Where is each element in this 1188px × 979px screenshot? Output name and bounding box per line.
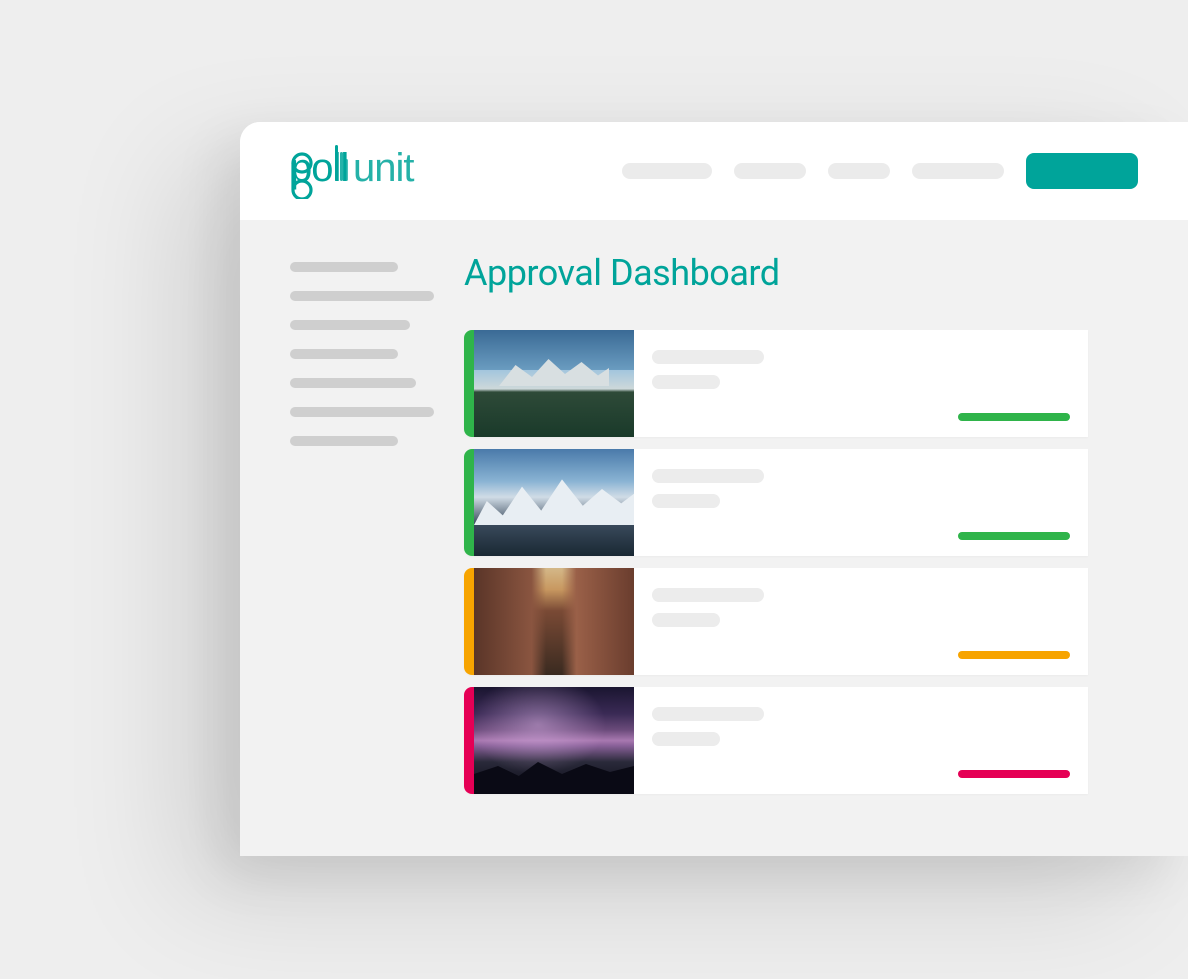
card-body bbox=[634, 568, 1088, 675]
card-body bbox=[634, 449, 1088, 556]
card-action[interactable] bbox=[958, 532, 1070, 540]
card-thumbnail bbox=[474, 687, 634, 794]
approval-card[interactable] bbox=[464, 330, 1088, 437]
nav-item-3[interactable] bbox=[912, 163, 1004, 179]
page-title: Approval Dashboard bbox=[464, 252, 1188, 294]
main-content: Approval Dashboard bbox=[464, 220, 1188, 856]
app-window: poll unit Approval Dashboard bbox=[240, 122, 1188, 856]
sidebar-item-4[interactable] bbox=[290, 378, 416, 388]
nav-item-1[interactable] bbox=[734, 163, 806, 179]
header: poll unit bbox=[240, 122, 1188, 220]
status-stripe bbox=[464, 687, 474, 794]
cta-button[interactable] bbox=[1026, 153, 1138, 189]
approval-card[interactable] bbox=[464, 568, 1088, 675]
logo[interactable]: poll unit bbox=[290, 143, 432, 199]
card-action[interactable] bbox=[958, 770, 1070, 778]
card-body bbox=[634, 330, 1088, 437]
sidebar-item-6[interactable] bbox=[290, 436, 398, 446]
card-title-placeholder bbox=[652, 707, 764, 721]
approval-card[interactable] bbox=[464, 687, 1088, 794]
sidebar-item-2[interactable] bbox=[290, 320, 410, 330]
card-action[interactable] bbox=[958, 651, 1070, 659]
card-thumbnail bbox=[474, 449, 634, 556]
card-list bbox=[464, 330, 1188, 794]
card-action[interactable] bbox=[958, 413, 1070, 421]
card-title-placeholder bbox=[652, 588, 764, 602]
sidebar bbox=[240, 220, 464, 856]
sidebar-item-5[interactable] bbox=[290, 407, 434, 417]
pollunit-logo-icon: poll unit bbox=[290, 141, 432, 199]
card-body bbox=[634, 687, 1088, 794]
sidebar-item-0[interactable] bbox=[290, 262, 398, 272]
status-stripe bbox=[464, 568, 474, 675]
card-subtitle-placeholder bbox=[652, 375, 720, 389]
card-title-placeholder bbox=[652, 469, 764, 483]
sidebar-item-1[interactable] bbox=[290, 291, 434, 301]
approval-card[interactable] bbox=[464, 449, 1088, 556]
card-subtitle-placeholder bbox=[652, 494, 720, 508]
nav-item-0[interactable] bbox=[622, 163, 712, 179]
card-subtitle-placeholder bbox=[652, 732, 720, 746]
card-thumbnail bbox=[474, 330, 634, 437]
nav-item-2[interactable] bbox=[828, 163, 890, 179]
card-subtitle-placeholder bbox=[652, 613, 720, 627]
status-stripe bbox=[464, 330, 474, 437]
card-title-placeholder bbox=[652, 350, 764, 364]
svg-text:poll: poll bbox=[290, 146, 348, 190]
svg-text:unit: unit bbox=[353, 146, 414, 190]
body: Approval Dashboard bbox=[240, 220, 1188, 856]
nav-right bbox=[622, 153, 1138, 189]
sidebar-item-3[interactable] bbox=[290, 349, 398, 359]
status-stripe bbox=[464, 449, 474, 556]
card-thumbnail bbox=[474, 568, 634, 675]
